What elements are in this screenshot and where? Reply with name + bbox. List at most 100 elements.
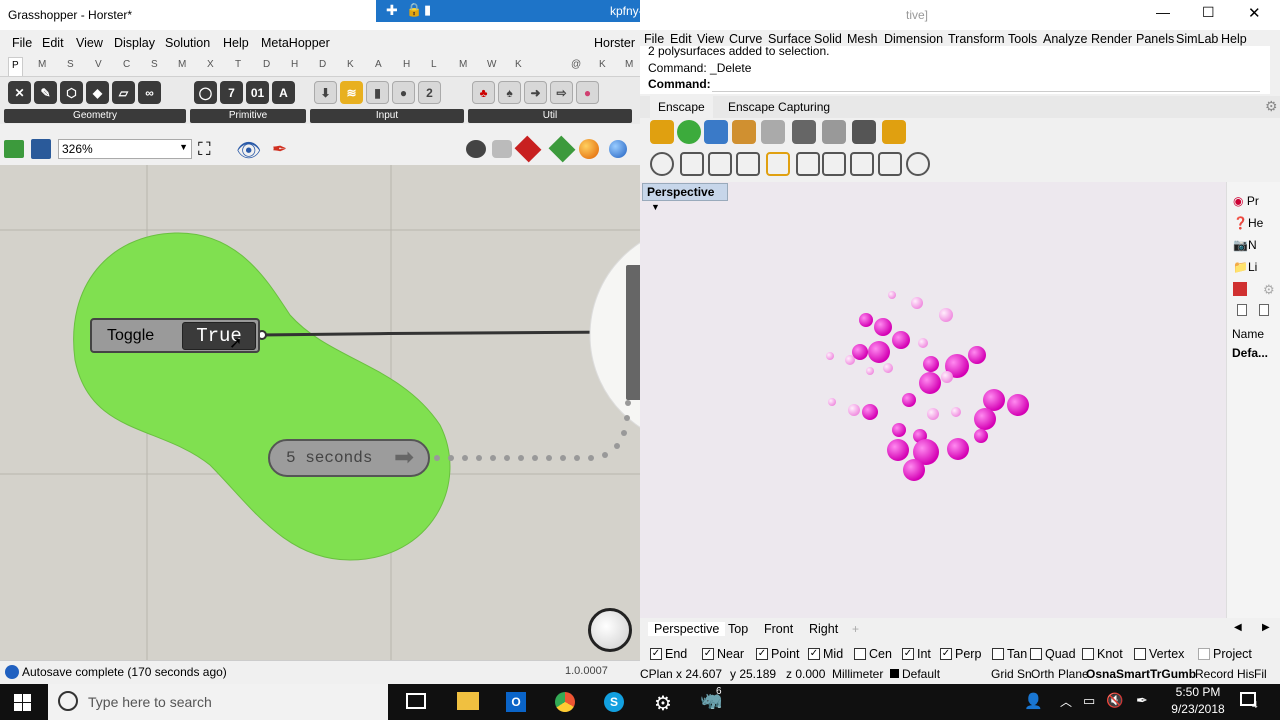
- material-icon[interactable]: [878, 152, 902, 176]
- tab-enscape-capturing[interactable]: Enscape Capturing: [720, 96, 838, 118]
- geometry-box-icon[interactable]: ◆: [86, 81, 109, 104]
- primitive-circle-icon[interactable]: ◯: [194, 81, 217, 104]
- grass-icon[interactable]: [850, 152, 874, 176]
- geometry-brep-icon[interactable]: ▱: [112, 81, 135, 104]
- gh-menu-solution[interactable]: Solution: [165, 36, 210, 50]
- gh-tab[interactable]: T: [235, 59, 241, 70]
- rh-menu-render[interactable]: Render: [1091, 32, 1132, 46]
- input-slider-icon[interactable]: 2: [418, 81, 441, 104]
- preview-eye-icon[interactable]: 👁: [236, 138, 261, 163]
- scroll-right-icon[interactable]: ▶: [1262, 622, 1270, 633]
- geometry-link-icon[interactable]: ∞: [138, 81, 161, 104]
- input-import-icon[interactable]: ⬇: [314, 81, 337, 104]
- command-input[interactable]: [712, 78, 1260, 92]
- osnap-mid[interactable]: ✓ Mid: [808, 647, 843, 661]
- panel-tab-properties[interactable]: ◉ Pr: [1233, 194, 1259, 208]
- gh-menu-help[interactable]: Help: [223, 36, 249, 50]
- gh-tab[interactable]: M: [38, 59, 46, 70]
- primitive-text-icon[interactable]: A: [272, 81, 295, 104]
- util-galapagos-icon[interactable]: ●: [576, 81, 599, 104]
- about-info-icon[interactable]: [882, 120, 906, 144]
- status-filter[interactable]: Fil: [1254, 667, 1267, 681]
- rh-menu-simlab[interactable]: SimLab: [1176, 32, 1218, 46]
- box-icon[interactable]: [796, 152, 820, 176]
- status-planar[interactable]: Plane: [1058, 667, 1089, 681]
- gh-tab[interactable]: M: [625, 59, 633, 70]
- ribbon-label-input[interactable]: Input: [310, 109, 464, 123]
- gh-menu-metahopper[interactable]: MetaHopper: [261, 36, 330, 50]
- close-icon[interactable]: ✕: [1248, 4, 1261, 22]
- settings-sliders-icon[interactable]: [822, 120, 846, 144]
- render-batch-icon[interactable]: [792, 120, 816, 144]
- osnap-end[interactable]: ✓ End: [650, 647, 687, 661]
- input-button-icon[interactable]: ●: [392, 81, 415, 104]
- ribbon-label-util[interactable]: Util: [468, 109, 632, 123]
- open-file-icon[interactable]: [4, 140, 24, 158]
- rh-menu-dimension[interactable]: Dimension: [884, 32, 943, 46]
- new-document-icon[interactable]: [1237, 304, 1247, 316]
- gh-tab[interactable]: K: [347, 59, 354, 70]
- maximize-icon[interactable]: ☐: [1202, 4, 1215, 21]
- preview-wire-icon[interactable]: [466, 140, 486, 158]
- pen-icon[interactable]: ✒: [1136, 692, 1148, 709]
- panorama-icon[interactable]: [708, 152, 732, 176]
- panel-tab-library[interactable]: 📁Li: [1233, 260, 1257, 274]
- status-osnap[interactable]: OsnaSmartTrGumb: [1086, 667, 1196, 681]
- gh-menu-view[interactable]: View: [76, 36, 103, 50]
- status-grid-snap[interactable]: Grid Sn: [991, 667, 1032, 681]
- display-sphere-icon[interactable]: [609, 140, 627, 158]
- preview-shaded-icon[interactable]: [492, 140, 512, 158]
- feedback-icon[interactable]: [852, 120, 876, 144]
- windows-start-icon[interactable]: [14, 694, 31, 711]
- gh-tab[interactable]: L: [431, 59, 437, 70]
- clock-date[interactable]: 9/23/2018: [1162, 702, 1234, 716]
- osnap-cen[interactable]: Cen: [854, 647, 892, 661]
- gh-tab[interactable]: K: [515, 59, 522, 70]
- network-icon[interactable]: ▭: [1083, 693, 1095, 709]
- taskbar-search[interactable]: Type here to search: [48, 684, 388, 720]
- asset-library-icon[interactable]: [680, 152, 704, 176]
- gh-tab[interactable]: M: [178, 59, 186, 70]
- scroll-left-icon[interactable]: ◀: [1234, 622, 1242, 633]
- live-update-icon[interactable]: [677, 120, 701, 144]
- rh-menu-panels[interactable]: Panels: [1136, 32, 1174, 46]
- perspective-viewport[interactable]: Perspective ▼: [640, 182, 1226, 618]
- zoom-extents-icon[interactable]: ⛶: [198, 140, 211, 158]
- view-tab-right[interactable]: Right: [803, 622, 844, 636]
- gh-menu-edit[interactable]: Edit: [42, 36, 64, 50]
- view-tab-top[interactable]: Top: [722, 622, 754, 636]
- rh-menu-mesh[interactable]: Mesh: [847, 32, 878, 46]
- util-tree-icon[interactable]: ♠: [498, 81, 521, 104]
- panel-default-item[interactable]: Defa...: [1232, 346, 1268, 360]
- gh-tab[interactable]: C: [123, 59, 130, 70]
- chrome-icon[interactable]: [555, 692, 575, 712]
- zoom-select[interactable]: 326% ▼: [58, 139, 192, 159]
- minimize-icon[interactable]: —: [1156, 4, 1170, 20]
- gh-menu-horster[interactable]: Horster: [594, 36, 635, 50]
- panel-gear-icon[interactable]: ⚙: [1263, 282, 1275, 298]
- clock-time[interactable]: 5:50 PM: [1168, 685, 1228, 699]
- gh-menu-file[interactable]: File: [12, 36, 32, 50]
- status-record-history[interactable]: Record His: [1195, 667, 1254, 681]
- light-icon[interactable]: [766, 152, 790, 176]
- group-blob[interactable]: [73, 232, 451, 561]
- gh-tab[interactable]: S: [67, 59, 74, 70]
- gh-tab[interactable]: D: [319, 59, 326, 70]
- screenshot-camera-icon[interactable]: [761, 120, 785, 144]
- util-cherry-icon[interactable]: ♣: [472, 81, 495, 104]
- enscape-logo-icon[interactable]: [650, 152, 674, 176]
- input-toggle-icon[interactable]: ▮: [366, 81, 389, 104]
- task-view-icon[interactable]: [406, 693, 426, 709]
- geometry-hex-icon[interactable]: ⬡: [60, 81, 83, 104]
- outlook-icon[interactable]: O: [506, 692, 526, 712]
- geometry-pen-icon[interactable]: ✎: [34, 81, 57, 104]
- view-tab-front[interactable]: Front: [758, 622, 799, 636]
- add-view-icon[interactable]: +: [852, 622, 859, 636]
- timer-component[interactable]: 5 seconds ➡: [268, 439, 430, 477]
- save-file-icon[interactable]: [31, 139, 51, 159]
- osnap-near[interactable]: ✓ Near: [702, 647, 744, 661]
- osnap-point[interactable]: ✓ Point: [756, 647, 800, 661]
- chevron-up-icon[interactable]: ︿: [1060, 693, 1072, 710]
- gh-tab[interactable]: D: [263, 59, 270, 70]
- rh-menu-help[interactable]: Help: [1221, 32, 1247, 46]
